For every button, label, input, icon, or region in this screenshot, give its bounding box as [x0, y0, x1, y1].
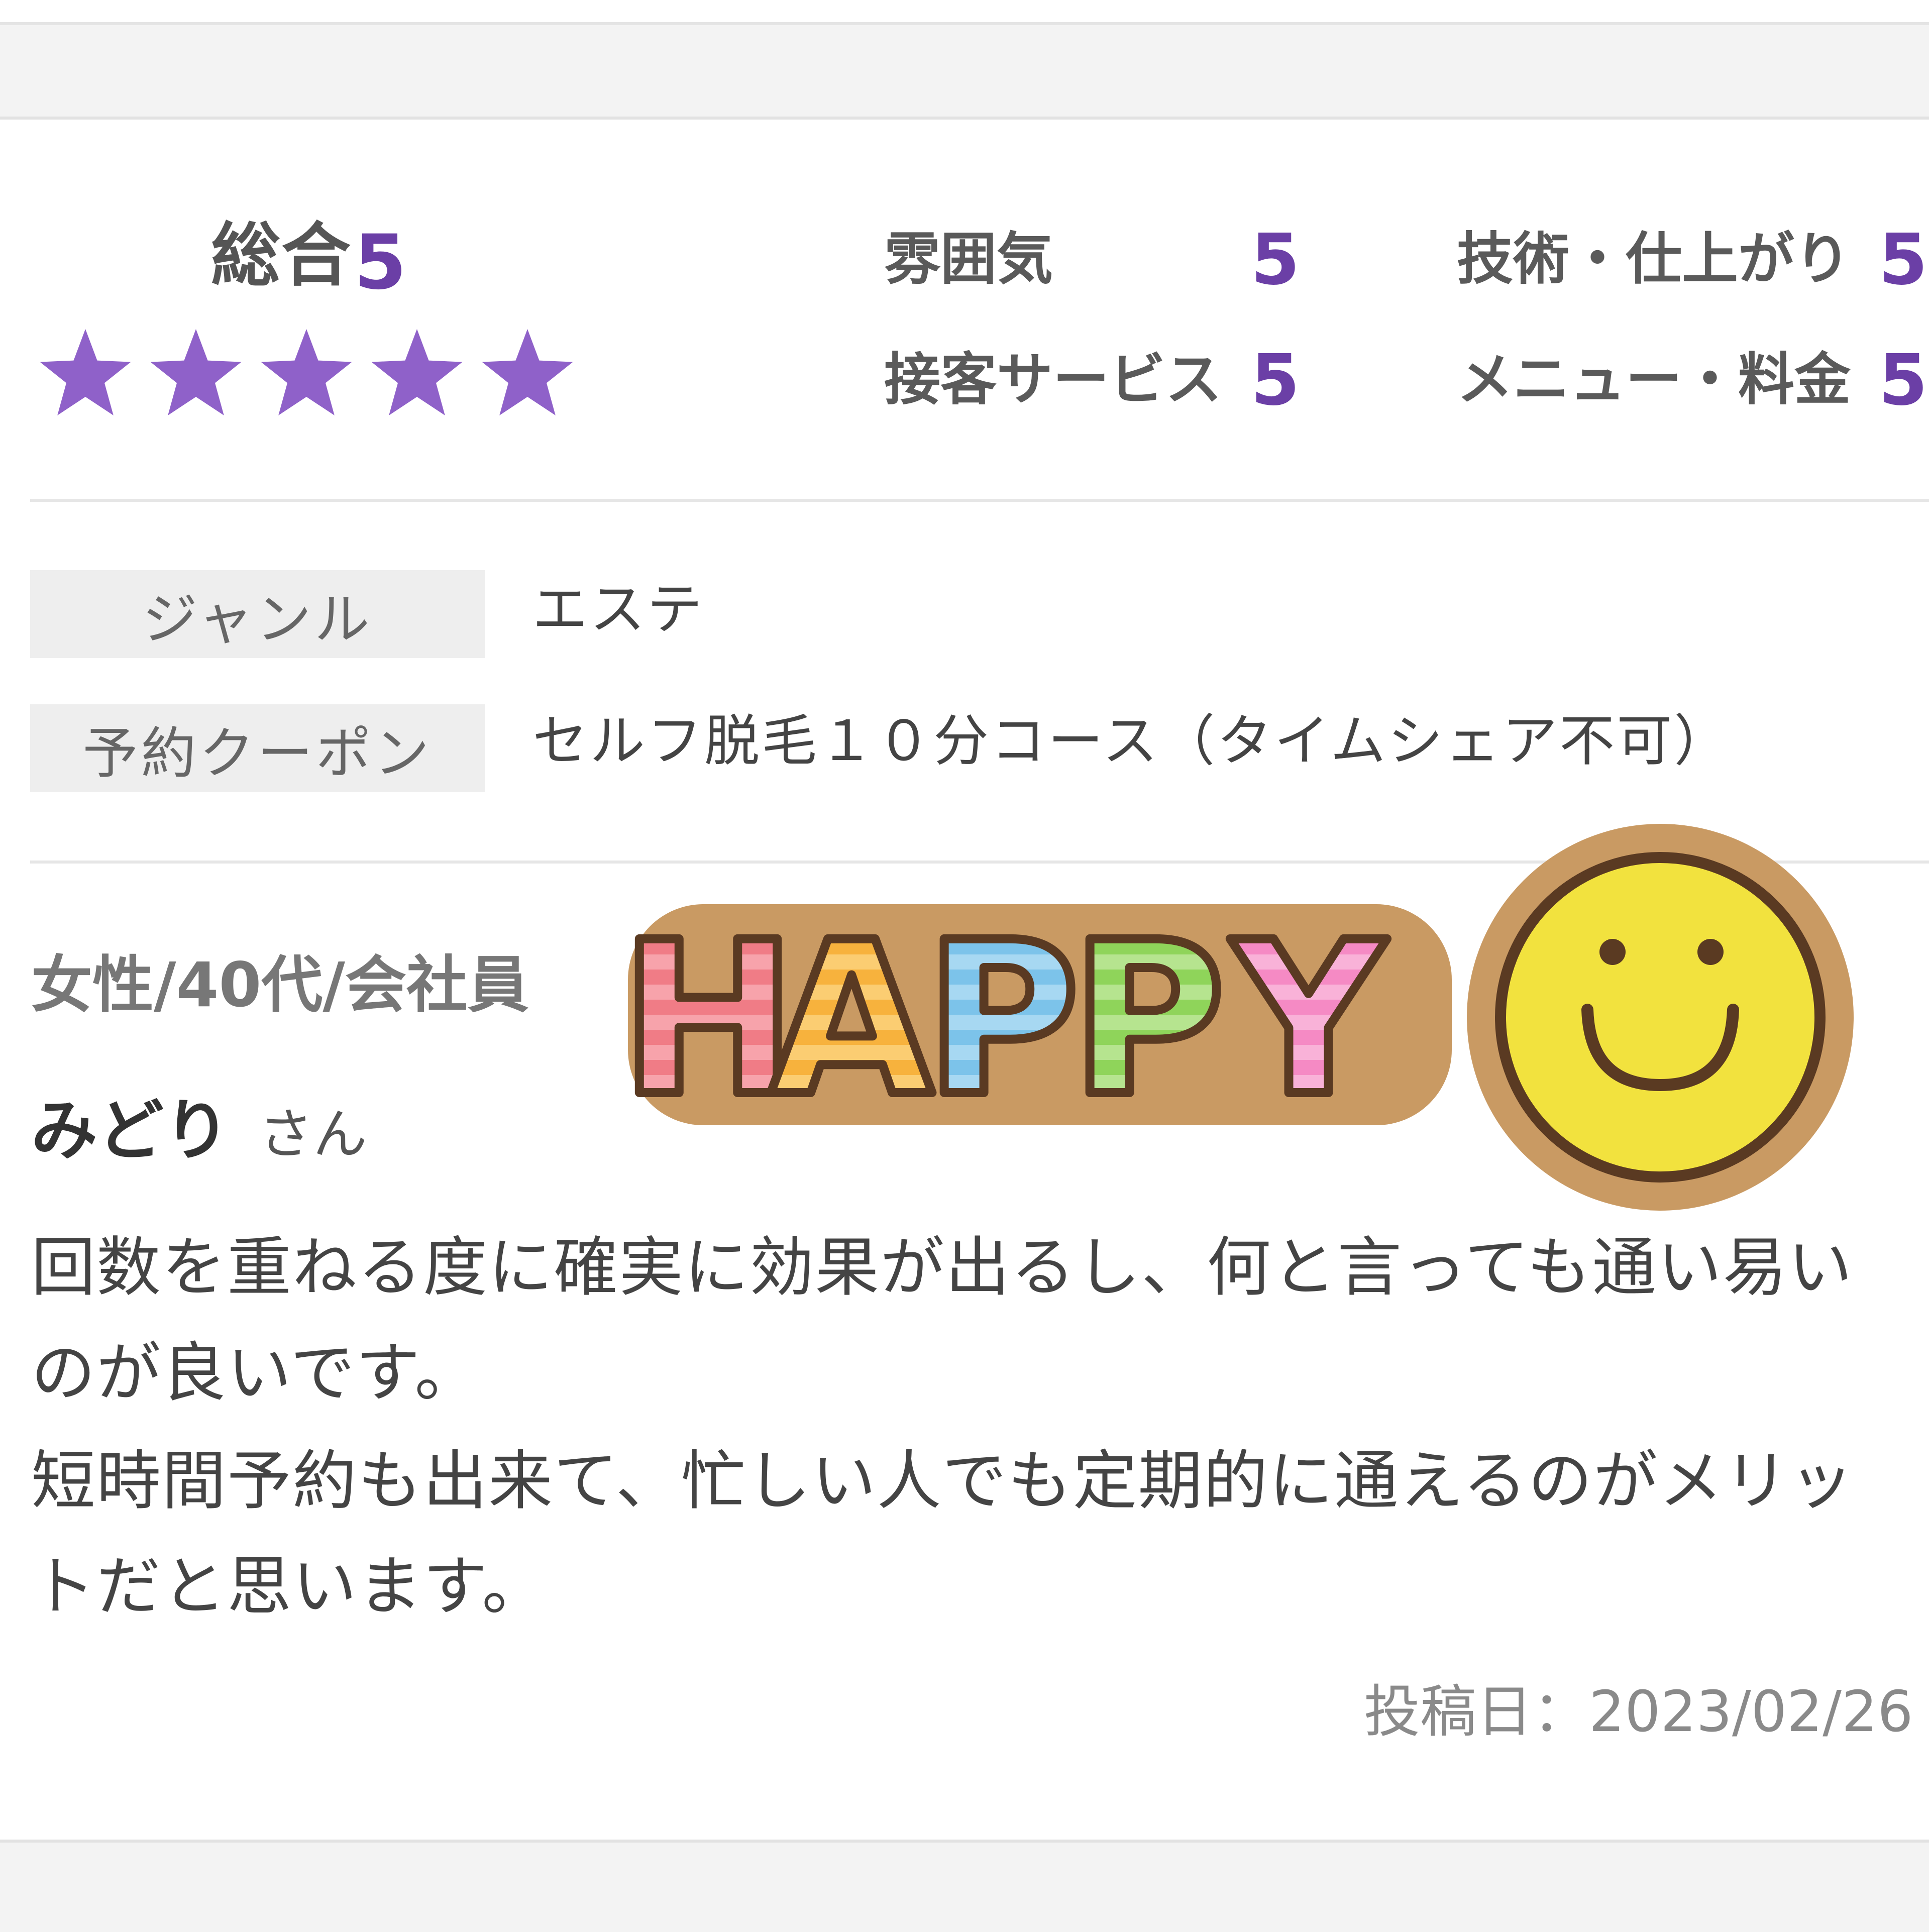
star-rating — [35, 324, 578, 424]
divider — [30, 499, 1929, 502]
star-icon — [40, 329, 131, 415]
happy-smiley-sticker-icon: HAPP Y — [615, 824, 1854, 1211]
category-value-service: 5 — [1251, 340, 1300, 421]
category-label-service: 接客サービス — [884, 347, 1222, 412]
review-text-line: トだと思います。 — [31, 1549, 548, 1624]
overall-rating-value: 5 — [354, 219, 407, 306]
review-text-line: 短時間予約も出来て、忙しい人でも定期的に通えるのがメリッ — [31, 1444, 1855, 1519]
coupon-label-box: 予約クーポン — [30, 704, 485, 792]
category-label-atmosphere: 雰囲気 — [884, 227, 1053, 292]
reviewer-honorific: さん — [259, 1103, 368, 1166]
category-value-atmosphere: 5 — [1251, 219, 1300, 301]
header-band — [0, 25, 1929, 120]
reviewer-profile: 女性/40代/会社員 — [31, 949, 529, 1021]
star-icon — [371, 329, 463, 415]
footer-band — [0, 1840, 1929, 1932]
overall-rating-label: 総合 — [211, 215, 352, 296]
reviewer-name: みどり — [31, 1092, 230, 1169]
category-value-menu-price: 5 — [1879, 340, 1928, 421]
review-text-line: 回数を重ねる度に確実に効果が出るし、何と言っても通い易い — [31, 1230, 1854, 1305]
coupon-label: 予約クーポン — [82, 721, 433, 786]
post-date: 投稿日：2023/02/26 — [1364, 1679, 1913, 1745]
genre-value: エステ — [532, 577, 704, 641]
top-bar — [0, 0, 1929, 25]
happy-letter: Y — [1229, 897, 1387, 1143]
review-text-line: のが良いです。 — [31, 1336, 480, 1411]
genre-label-box: ジャンル — [30, 570, 485, 658]
coupon-link[interactable]: セルフ脱毛１０分コース（タイムシェア不可） — [532, 713, 1731, 769]
category-value-technique: 5 — [1879, 219, 1928, 301]
star-icon — [261, 329, 352, 415]
star-icon — [150, 329, 242, 415]
happy-letter: P — [925, 897, 1080, 1143]
category-label-menu-price: メニュー・料金 — [1457, 347, 1851, 412]
happy-sticker: HAPPY — [615, 819, 1889, 1221]
star-icon — [482, 329, 573, 415]
star-rating-icons — [40, 329, 573, 415]
happy-letter: A — [770, 897, 934, 1143]
genre-label: ジャンル — [142, 587, 373, 652]
happy-letter: P — [1070, 897, 1225, 1143]
category-label-technique: 技術・仕上がり — [1457, 227, 1851, 292]
